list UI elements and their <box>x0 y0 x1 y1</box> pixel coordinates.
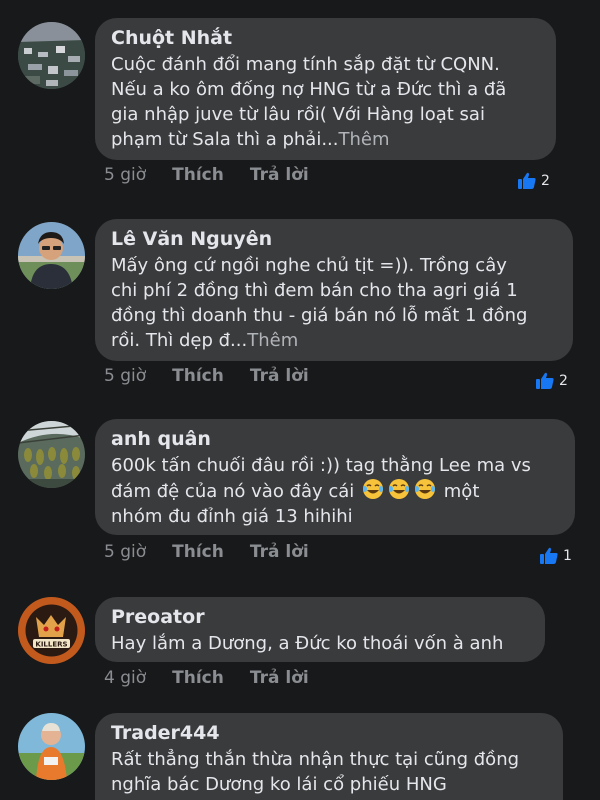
comment-bubble: Preoator Hay lắm a Dương, a Đức ko thoái… <box>95 597 545 662</box>
see-more-link[interactable]: Thêm <box>247 330 298 351</box>
comment-bubble: Chuột Nhắt Cuộc đánh đổi mang tính sắp đ… <box>95 18 556 160</box>
avatar[interactable] <box>18 22 85 89</box>
reaction-count-value: 2 <box>541 173 550 189</box>
reaction-count[interactable]: 1 <box>538 545 572 567</box>
comment-bubble: anh quân 600k tấn chuối đâu rồi :)) tag … <box>95 419 575 535</box>
reaction-count[interactable]: 2 <box>534 370 568 392</box>
comment-bubble: Trader444 Rất thẳng thắn thừa nhận thực … <box>95 713 563 800</box>
comment-actions: 4 giờ Thích Trả lời <box>104 666 309 690</box>
like-button[interactable]: Thích <box>172 165 224 185</box>
comment-text: 600k tấn chuối đâu rồi :)) tag thằng Lee… <box>111 455 531 527</box>
laughing-tears-emoji-icon <box>363 479 384 499</box>
avatar[interactable] <box>18 222 85 289</box>
reaction-count[interactable]: 2 <box>516 170 550 192</box>
comment-timestamp: 5 giờ <box>104 542 147 562</box>
banana-plantation-avatar-icon <box>18 421 85 488</box>
avatar[interactable] <box>18 421 85 488</box>
comment-timestamp: 5 giờ <box>104 165 147 185</box>
comment-author[interactable]: Lê Văn Nguyên <box>111 227 557 251</box>
comment-bubble: Lê Văn Nguyên Mấy ông cứ ngồi nghe chủ t… <box>95 219 573 361</box>
runner-portrait-avatar-icon <box>18 713 85 780</box>
reply-button[interactable]: Trả lời <box>250 165 309 185</box>
comment-text: Cuộc đánh đổi mang tính sắp đặt từ CQNN.… <box>111 54 507 150</box>
comment-author[interactable]: Chuột Nhắt <box>111 26 540 50</box>
comment-text: Hay lắm a Dương, a Đức ko thoái vốn à an… <box>111 633 504 654</box>
reply-button[interactable]: Trả lời <box>250 366 309 386</box>
aerial-city-avatar-icon <box>18 22 85 89</box>
comment-timestamp: 5 giờ <box>104 366 147 386</box>
reply-button[interactable]: Trả lời <box>250 542 309 562</box>
comment-timestamp: 4 giờ <box>104 668 147 688</box>
comment-author[interactable]: Preoator <box>111 605 529 629</box>
comment-text: Rất thẳng thắn thừa nhận thực tại cũng đ… <box>111 749 520 795</box>
laughing-tears-emoji-icon <box>415 479 436 499</box>
comment-actions: 5 giờ Thích Trả lời <box>104 163 309 187</box>
reply-button[interactable]: Trả lời <box>250 668 309 688</box>
comment-feed: Chuột Nhắt Cuộc đánh đổi mang tính sắp đ… <box>0 0 600 800</box>
comment-actions: 5 giờ Thích Trả lời <box>104 540 309 564</box>
comment-author[interactable]: Trader444 <box>111 721 547 745</box>
comment-actions: 5 giờ Thích Trả lời <box>104 364 309 388</box>
man-portrait-avatar-icon <box>18 222 85 289</box>
thumbs-up-icon <box>540 547 558 564</box>
like-button[interactable]: Thích <box>172 668 224 688</box>
reaction-count-value: 1 <box>563 548 572 564</box>
see-more-link[interactable]: Thêm <box>339 129 390 150</box>
avatar[interactable] <box>18 713 85 780</box>
reaction-count-value: 2 <box>559 373 568 389</box>
svg-text:KILLERS: KILLERS <box>35 641 67 649</box>
comment-author[interactable]: anh quân <box>111 427 559 451</box>
comment-text: Mấy ông cứ ngồi nghe chủ tịt =)). Trồng … <box>111 255 528 351</box>
killers-logo-avatar-icon: KILLERS <box>18 597 85 664</box>
avatar[interactable]: KILLERS <box>18 597 85 664</box>
like-button[interactable]: Thích <box>172 542 224 562</box>
thumbs-up-icon <box>536 372 554 389</box>
like-button[interactable]: Thích <box>172 366 224 386</box>
thumbs-up-icon <box>518 172 536 189</box>
laughing-tears-emoji-icon <box>389 479 410 499</box>
